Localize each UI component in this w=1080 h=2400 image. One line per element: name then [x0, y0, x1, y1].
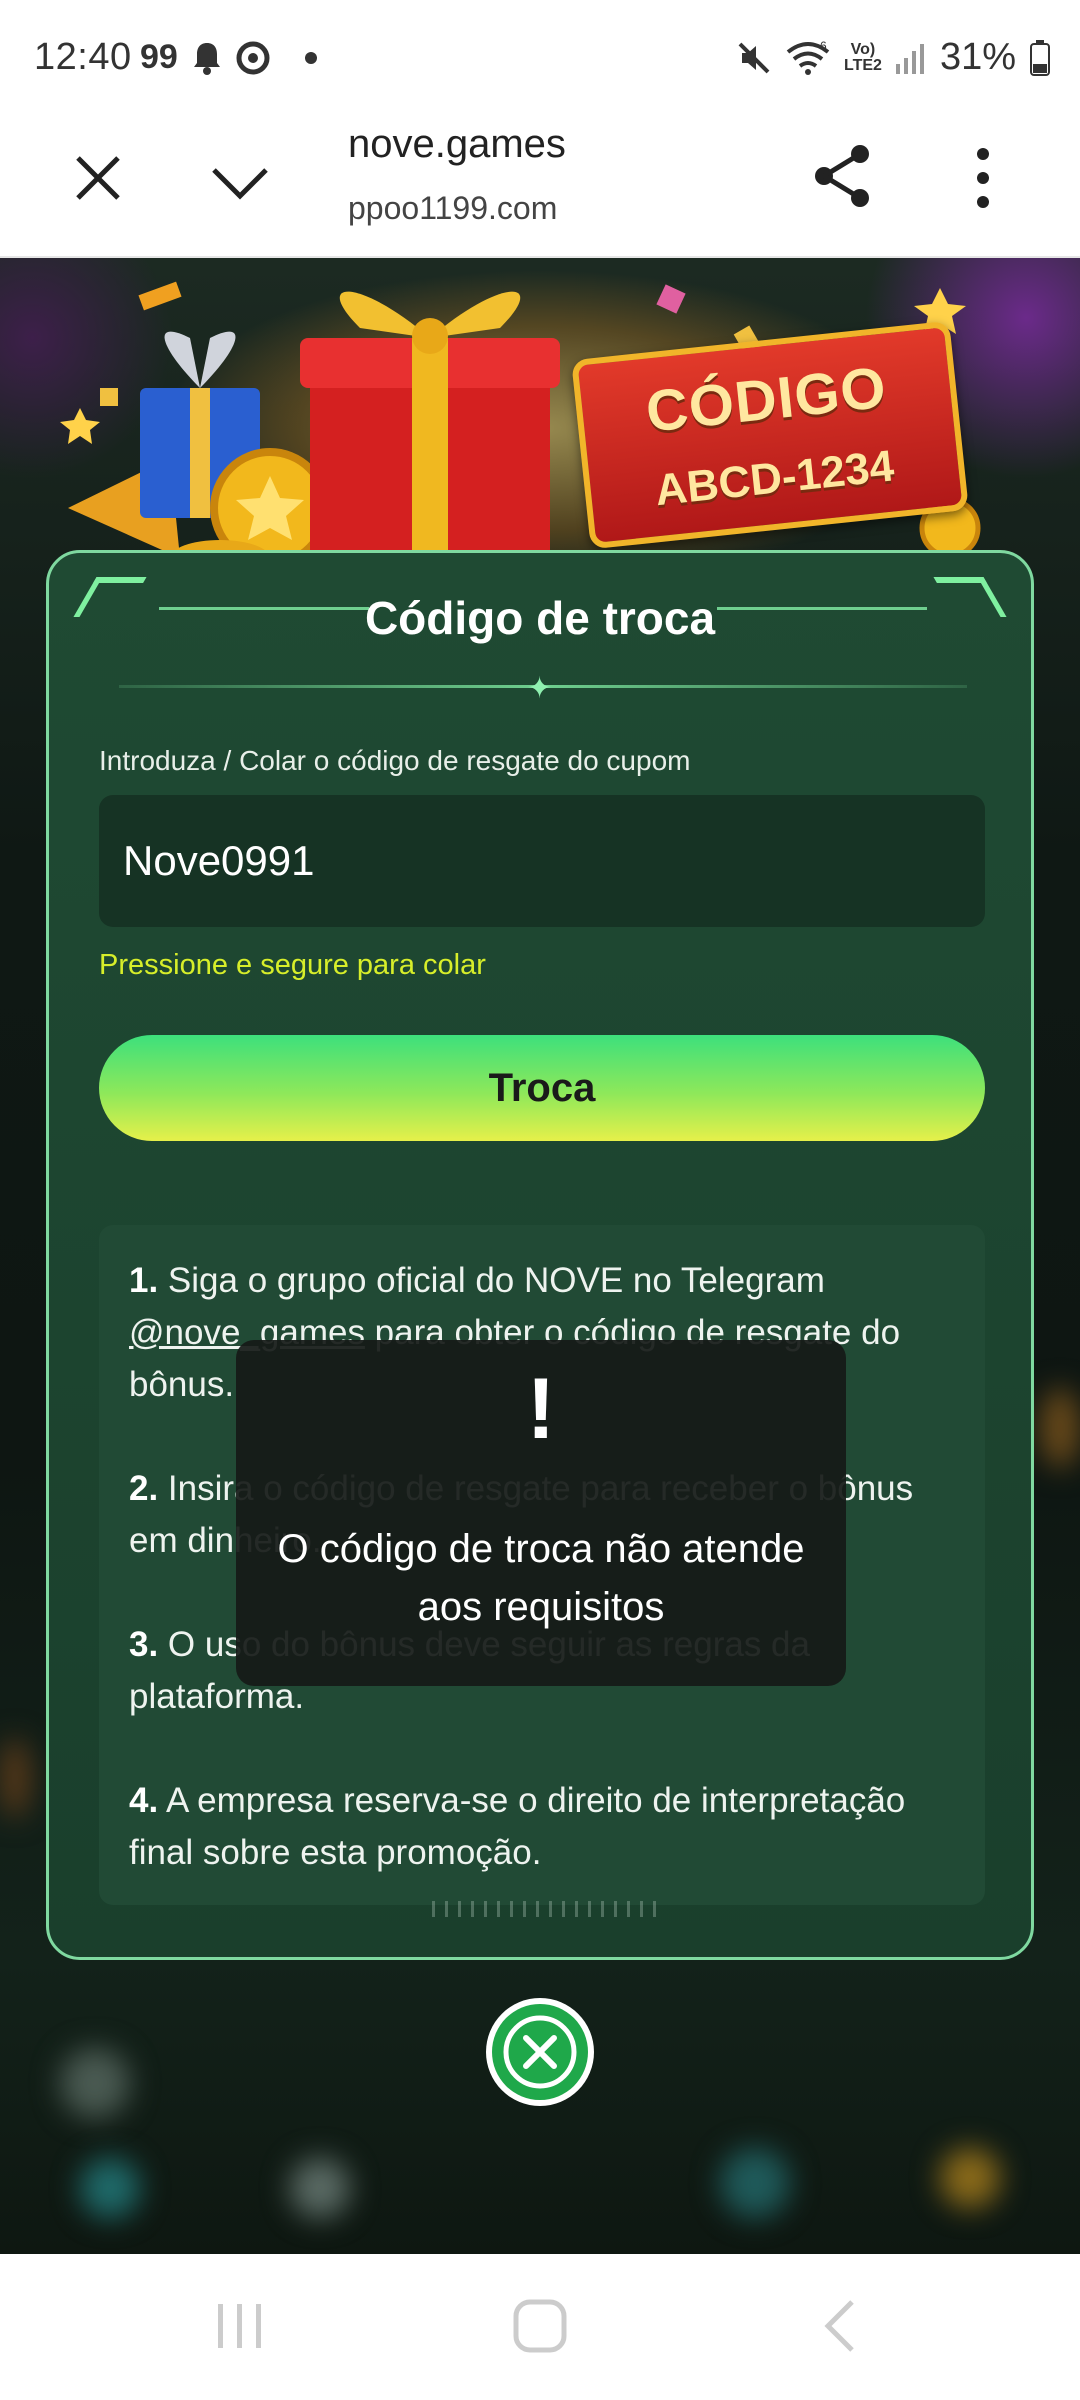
background-blur — [0, 1738, 30, 1818]
back-icon[interactable] — [810, 2296, 870, 2356]
battery-icon — [1030, 39, 1050, 76]
chrome-icon — [236, 41, 270, 74]
close-icon[interactable] — [70, 150, 126, 206]
redeem-code-input[interactable] — [99, 795, 985, 927]
status-time: 12:40 — [34, 36, 132, 78]
bell-icon — [193, 42, 220, 75]
more-vert-icon[interactable] — [968, 146, 998, 210]
code-input-label: Introduza / Colar o código de resgate do… — [99, 745, 691, 776]
share-icon[interactable] — [810, 142, 874, 210]
page-title: nove.games — [348, 122, 566, 166]
battery-percent: 31% — [939, 36, 1016, 78]
network-indicator: Vo) LTE2 — [844, 40, 882, 74]
redeem-code-modal: Código de troca ✦ Introduza / Colar o có… — [46, 550, 1034, 1960]
custom-tab-toolbar: nove.games ppoo1199.com — [0, 118, 1080, 258]
recent-apps-icon[interactable] — [210, 2296, 270, 2356]
promo-banner: CÓDIGO ABCD-1234 — [60, 258, 1020, 588]
scroll-indicator — [394, 1901, 694, 1921]
background-blur — [940, 2148, 1000, 2208]
mute-icon — [738, 42, 770, 73]
page-content: CÓDIGO ABCD-1234 Código de troca ✦ Intro… — [0, 258, 1080, 2254]
background-blur — [60, 2048, 130, 2118]
background-blur — [720, 2148, 790, 2218]
svg-text:6: 6 — [820, 40, 827, 53]
close-modal-button[interactable] — [486, 1998, 594, 2106]
page-url[interactable]: ppoo1199.com — [348, 190, 557, 227]
background-blur — [1040, 1388, 1080, 1468]
notification-badge: 99 — [140, 38, 178, 76]
background-blur — [290, 2158, 350, 2218]
exclamation-icon: ! — [526, 1361, 556, 1457]
error-toast: ! O código de troca não atende aos requi… — [236, 1340, 846, 1686]
close-circle-icon — [492, 2004, 588, 2100]
code-badge: CÓDIGO ABCD-1234 — [571, 320, 969, 550]
paste-hint: Pressione e segure para colar — [99, 949, 486, 981]
rule-item: 4. A empresa reserva-se o direito de int… — [129, 1781, 906, 1872]
sparkle-icon: ✦ — [527, 672, 553, 705]
chevron-down-icon[interactable] — [208, 154, 272, 210]
home-icon[interactable] — [510, 2296, 570, 2356]
system-nav-bar — [0, 2254, 1080, 2400]
background-blur — [80, 2158, 140, 2218]
dot-icon — [304, 51, 317, 64]
status-bar: 12:40 99 6 Vo) LTE2 31% — [0, 0, 1080, 118]
toast-message: O código de troca não atende aos requisi… — [277, 1527, 805, 1629]
wifi-icon: 6 — [786, 40, 830, 75]
redeem-button[interactable]: Troca — [99, 1035, 985, 1141]
modal-title: Código de troca — [364, 592, 716, 644]
signal-icon — [895, 43, 924, 74]
